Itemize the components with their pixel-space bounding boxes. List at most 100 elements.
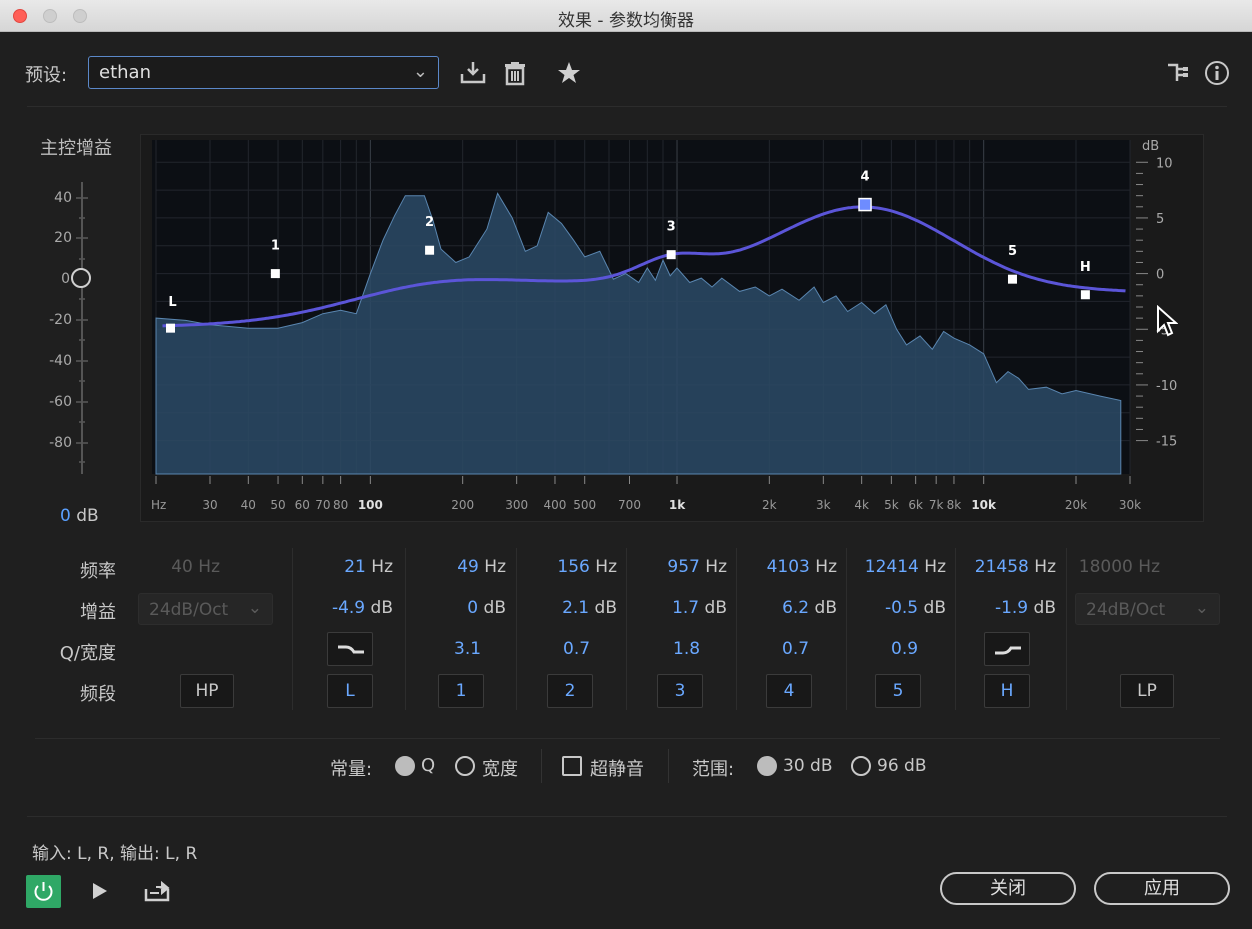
- ultra-quiet-checkbox[interactable]: [562, 756, 582, 776]
- band-button-4[interactable]: 4: [766, 674, 812, 708]
- band-h-gain[interactable]: -1.9 dB: [995, 598, 1056, 618]
- high-shelf-icon: [995, 646, 1021, 655]
- band-button-5[interactable]: 5: [875, 674, 921, 708]
- band-3-gain[interactable]: 1.7 dB: [672, 598, 727, 618]
- band-5-q[interactable]: 0.9: [891, 639, 918, 659]
- frequency-tick-label: 2k: [762, 498, 777, 512]
- master-tick: -60: [49, 394, 72, 410]
- hp-frequency[interactable]: 40 Hz: [140, 557, 220, 577]
- band-l-gain[interactable]: -4.9 dB: [332, 598, 393, 618]
- save-preset-icon[interactable]: [460, 60, 486, 86]
- loop-export-icon[interactable]: [143, 879, 171, 903]
- band-5-gain[interactable]: -0.5 dB: [885, 598, 946, 618]
- master-gain-track[interactable]: [81, 182, 83, 474]
- band-2-frequency[interactable]: 156 Hz: [557, 557, 617, 577]
- apply-button[interactable]: 应用: [1094, 872, 1230, 905]
- hp-slope-dropdown[interactable]: 24dB/Oct ⌄: [138, 593, 273, 625]
- column-divider: [516, 548, 517, 710]
- power-toggle-button[interactable]: [26, 875, 61, 908]
- column-divider: [1066, 548, 1067, 710]
- frequency-tick-label: 500: [573, 498, 596, 512]
- frequency-tick-label: 400: [544, 498, 567, 512]
- high-shelf-shape-button[interactable]: [984, 632, 1030, 666]
- eq-node-1[interactable]: [270, 269, 280, 279]
- db-tick-label: 5: [1156, 212, 1164, 227]
- frequency-tick-label: 10k: [971, 498, 997, 512]
- range-96db-label: 96 dB: [877, 756, 927, 776]
- band-5-frequency[interactable]: 12414 Hz: [865, 557, 946, 577]
- frequency-tick-label: 100: [358, 498, 383, 512]
- band-1-frequency[interactable]: 49 Hz: [457, 557, 506, 577]
- frequency-tick-label: 6k: [908, 498, 923, 512]
- constant-width-radio[interactable]: [455, 756, 475, 776]
- eq-node-label: 1: [271, 239, 280, 254]
- window-title: 效果 - 参数均衡器: [558, 11, 694, 31]
- band-4-gain[interactable]: 6.2 dB: [782, 598, 837, 618]
- frequency-tick-label: 80: [333, 498, 348, 512]
- band-l-frequency[interactable]: 21 Hz: [344, 557, 393, 577]
- preset-dropdown[interactable]: ethan ⌄: [88, 56, 439, 89]
- mouse-cursor-icon: [1157, 305, 1178, 337]
- band-1-gain[interactable]: 0 dB: [467, 598, 506, 618]
- eq-node-4[interactable]: [858, 197, 872, 212]
- band-3-q[interactable]: 1.8: [673, 639, 700, 659]
- row-label-gain: 增益: [80, 602, 116, 623]
- band-2-gain[interactable]: 2.1 dB: [562, 598, 617, 618]
- db-axis: 1050-5-10-15: [1136, 156, 1177, 450]
- db-unit-label: dB: [1142, 139, 1159, 154]
- band-h-frequency[interactable]: 21458 Hz: [975, 557, 1056, 577]
- band-3-frequency[interactable]: 957 Hz: [667, 557, 727, 577]
- routing-icon[interactable]: [1165, 60, 1191, 86]
- lp-slope-dropdown[interactable]: 24dB/Oct ⌄: [1075, 593, 1220, 625]
- master-gain-knob[interactable]: [71, 268, 91, 288]
- range-label: 范围:: [692, 759, 735, 780]
- eq-node-5[interactable]: [1007, 274, 1017, 284]
- frequency-tick-label: 60: [295, 498, 310, 512]
- column-divider: [736, 548, 737, 710]
- band-4-q[interactable]: 0.7: [782, 639, 809, 659]
- constant-width-label: 宽度: [482, 759, 518, 780]
- row-label-frequency: 频率: [80, 561, 116, 582]
- range-96db-radio[interactable]: [851, 756, 871, 776]
- ultra-quiet-label: 超静音: [590, 759, 644, 780]
- band-button-3[interactable]: 3: [657, 674, 703, 708]
- frequency-tick-label: 70: [315, 498, 330, 512]
- constant-q-radio[interactable]: [395, 756, 415, 776]
- favorite-star-icon[interactable]: [556, 60, 582, 86]
- frequency-tick-label: 4k: [854, 498, 869, 512]
- band-button-1[interactable]: 1: [438, 674, 484, 708]
- eq-graph[interactable]: L12 345H 1050-5-10-15 Hz 30 40 50 60 70 80 100 20…: [140, 134, 1204, 522]
- play-icon[interactable]: [90, 881, 110, 901]
- band-button-2[interactable]: 2: [547, 674, 593, 708]
- low-shelf-shape-button[interactable]: [327, 632, 373, 666]
- frequency-tick-label: 300: [505, 498, 528, 512]
- close-button[interactable]: 关闭: [940, 872, 1076, 905]
- io-channels-label: 输入: L, R, 输出: L, R: [32, 844, 198, 864]
- eq-node-h[interactable]: [1080, 290, 1090, 300]
- eq-node-2[interactable]: [425, 245, 435, 255]
- title-bar: 效果 - 参数均衡器: [0, 0, 1252, 32]
- band-button-h[interactable]: H: [984, 674, 1030, 708]
- eq-node-label: 2: [425, 215, 434, 230]
- hp-band-button[interactable]: HP: [180, 674, 234, 708]
- delete-preset-icon[interactable]: [502, 60, 528, 86]
- band-button-l[interactable]: L: [327, 674, 373, 708]
- master-gain-scale: [76, 197, 88, 463]
- frequency-tick-label: 7k: [929, 498, 944, 512]
- info-icon[interactable]: [1204, 60, 1230, 86]
- master-tick: -20: [49, 312, 72, 328]
- column-divider: [292, 548, 293, 710]
- band-1-q[interactable]: 3.1: [454, 639, 481, 659]
- frequency-tick-label: 8k: [947, 498, 962, 512]
- eq-node-l[interactable]: [165, 323, 175, 333]
- master-gain-value: 0 dB: [60, 506, 99, 526]
- range-30db-radio[interactable]: [757, 756, 777, 776]
- band-4-frequency[interactable]: 4103 Hz: [767, 557, 837, 577]
- frequency-tick-label: 700: [618, 498, 641, 512]
- eq-node-3[interactable]: [666, 250, 676, 260]
- db-tick-label: -10: [1156, 379, 1177, 394]
- band-2-q[interactable]: 0.7: [563, 639, 590, 659]
- column-divider: [955, 548, 956, 710]
- lp-frequency[interactable]: 18000 Hz: [1070, 557, 1160, 577]
- lp-band-button[interactable]: LP: [1120, 674, 1174, 708]
